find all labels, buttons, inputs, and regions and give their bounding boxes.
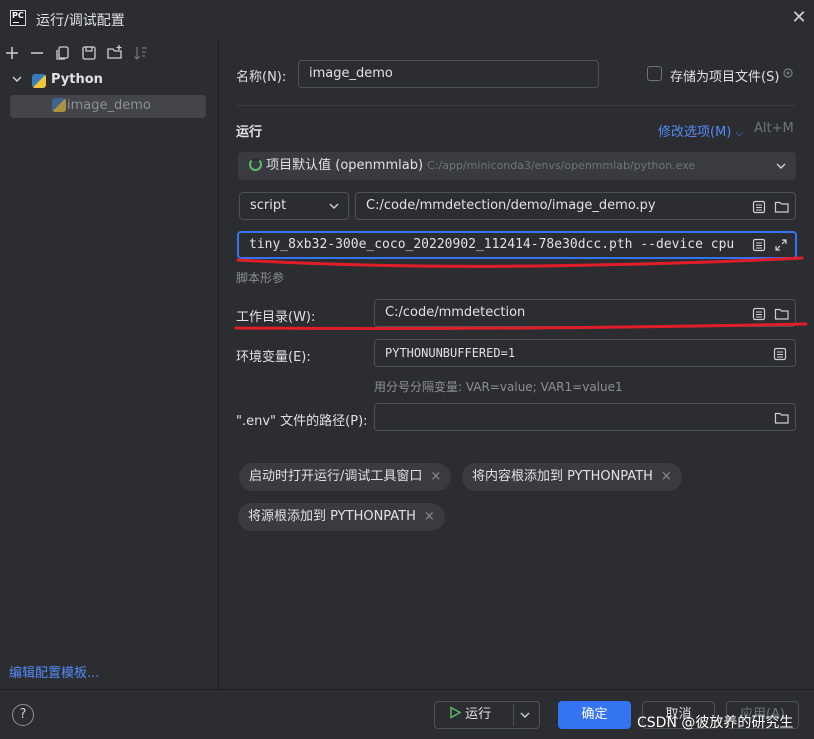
pycharm-logo-icon: PC [10, 10, 26, 26]
window-title: 运行/调试配置 [36, 13, 125, 29]
save-icon[interactable] [80, 44, 98, 62]
tree-group-python[interactable]: Python [51, 72, 103, 87]
chevron-down-icon [775, 160, 787, 176]
chevron-down-icon: ⌵ [735, 128, 744, 139]
script-type-value: script [250, 198, 287, 213]
chevron-down-icon[interactable] [519, 709, 531, 725]
env-label: 环境变量(E): [236, 350, 311, 365]
python-logo-icon [32, 74, 46, 92]
gear-icon[interactable] [781, 66, 795, 84]
close-icon[interactable]: × [661, 469, 672, 484]
close-icon[interactable]: × [424, 509, 435, 524]
red-underline-annotation [236, 256, 804, 268]
run-button-label: 运行 [465, 707, 492, 722]
store-as-project-checkbox[interactable] [647, 66, 662, 81]
name-label: 名称(N): [236, 70, 287, 85]
chip-label: 将内容根添加到 PYTHONPATH [472, 469, 653, 484]
modify-options-label: 修改选项(M) [658, 125, 732, 140]
plus-icon[interactable] [3, 44, 21, 62]
list-icon[interactable] [773, 345, 787, 366]
folder-icon[interactable] [774, 198, 790, 219]
copy-icon[interactable] [54, 44, 72, 62]
pane-divider [218, 40, 219, 689]
script-params-hint: 脚本形参 [236, 271, 285, 285]
close-icon[interactable]: ✕ [790, 8, 808, 28]
modify-options-link[interactable]: 修改选项(M) ⌵ [658, 121, 743, 140]
dotenv-input[interactable] [374, 403, 796, 431]
ok-button[interactable]: 确定 [558, 701, 631, 729]
interpreter-name: 项目默认值 (openmmlab) [266, 158, 424, 173]
dotenv-label: ".env" 文件的路径(P): [236, 414, 368, 429]
separator [236, 105, 796, 106]
chip-label: 启动时打开运行/调试工具窗口 [249, 469, 423, 484]
loading-icon [249, 158, 262, 171]
help-icon[interactable]: ? [12, 704, 34, 726]
play-icon [449, 706, 465, 722]
chip-add-source-roots[interactable]: 将源根添加到 PYTHONPATH × [238, 503, 445, 531]
env-value: PYTHONUNBUFFERED=1 [385, 346, 516, 360]
edit-templates-link[interactable]: 编辑配置模板... [9, 662, 99, 681]
script-path-input[interactable]: C:/code/mmdetection/demo/image_demo.py [355, 192, 796, 220]
footer-divider [0, 689, 814, 690]
chip-open-tool-window[interactable]: 启动时打开运行/调试工具窗口 × [239, 463, 452, 491]
workdir-value: C:/code/mmdetection [385, 305, 526, 320]
run-split-divider [513, 704, 514, 726]
sort-icon[interactable] [132, 44, 150, 62]
chevron-down-icon [328, 200, 340, 216]
chip-add-content-roots[interactable]: 将内容根添加到 PYTHONPATH × [462, 463, 682, 491]
csdn-watermark: CSDN @彼放养的研究生 [637, 715, 794, 731]
close-icon[interactable]: × [430, 469, 441, 484]
red-underline-annotation [234, 322, 808, 330]
python-file-icon [52, 98, 66, 116]
modify-options-shortcut: Alt+M [754, 121, 794, 136]
list-icon[interactable] [752, 198, 766, 219]
store-as-project-label: 存储为项目文件(S) [670, 70, 780, 85]
script-params-value: tiny_8xb32-300e_coco_20220902_112414-78e… [249, 237, 735, 252]
env-hint: 用分号分隔变量: VAR=value; VAR1=value1 [374, 380, 623, 394]
chevron-down-icon[interactable] [12, 74, 22, 87]
tree-item-image-demo[interactable]: image_demo [67, 98, 151, 113]
script-path-value: C:/code/mmdetection/demo/image_demo.py [366, 198, 656, 213]
chip-label: 将源根添加到 PYTHONPATH [248, 509, 416, 524]
name-input[interactable]: image_demo [298, 60, 599, 88]
env-input[interactable]: PYTHONUNBUFFERED=1 [374, 339, 796, 367]
minus-icon[interactable] [28, 44, 46, 62]
interpreter-path: C:/app/miniconda3/envs/openmmlab/python.… [427, 159, 696, 172]
run-section-title: 运行 [236, 125, 263, 140]
interpreter-select[interactable]: 项目默认值 (openmmlab) C:/app/miniconda3/envs… [238, 152, 796, 180]
folder-icon[interactable] [774, 409, 790, 430]
new-folder-icon[interactable] [106, 44, 124, 62]
